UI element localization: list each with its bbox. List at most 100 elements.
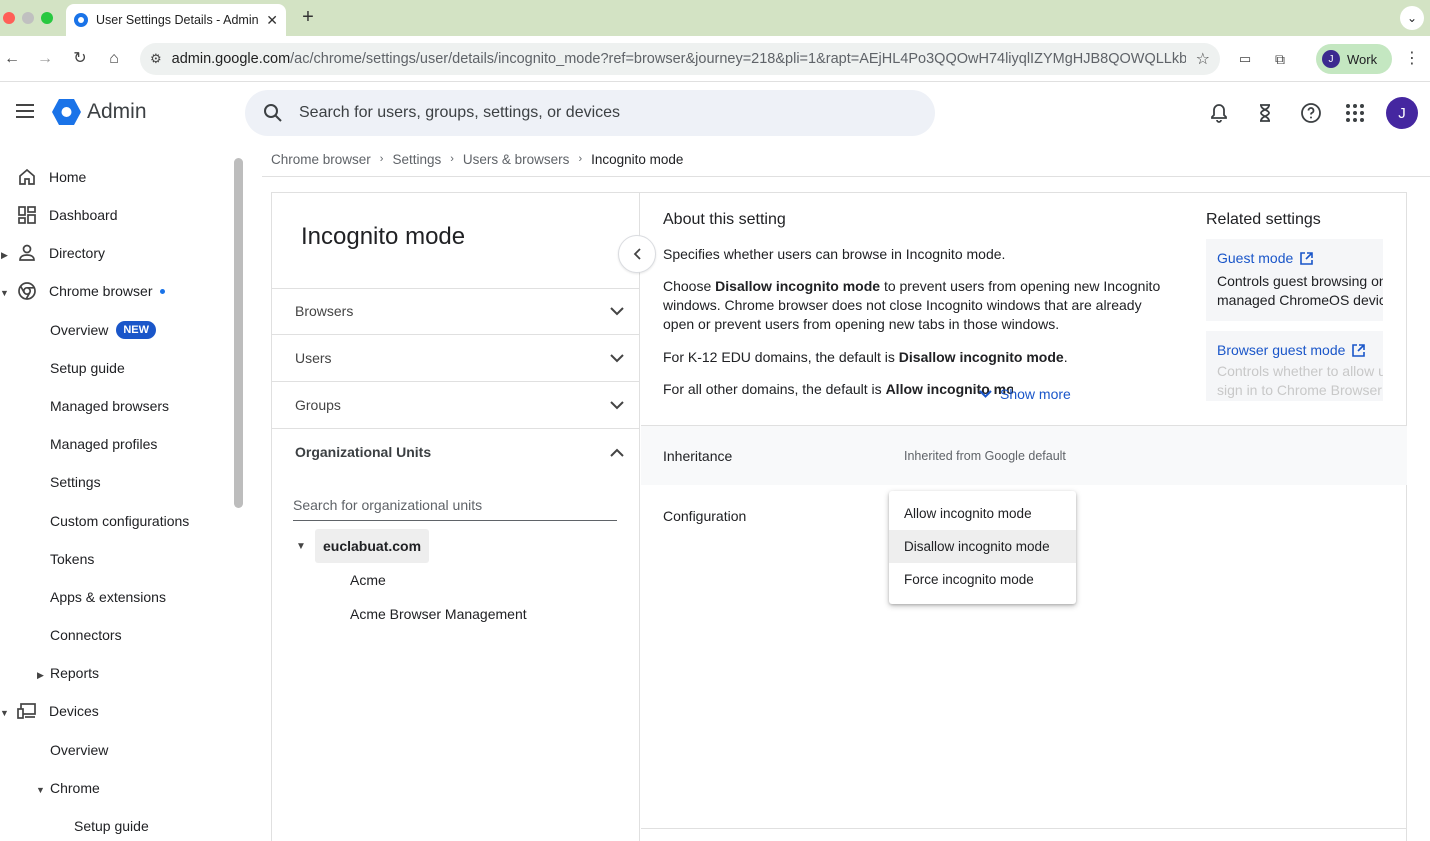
expand-caret-icon[interactable]: ▶	[1, 250, 8, 261]
sidebar-item-settings[interactable]: Settings	[50, 472, 101, 492]
profile-avatar: J	[1322, 50, 1340, 68]
notifications-bell-icon[interactable]	[1208, 102, 1230, 124]
option-force-incognito[interactable]: Force incognito mode	[889, 563, 1076, 596]
section-label: Organizational Units	[295, 444, 432, 460]
breadcrumb-link[interactable]: Users & browsers	[463, 152, 570, 167]
dashboard-icon	[18, 206, 36, 224]
bookmark-star-icon[interactable]: ☆	[1196, 49, 1210, 69]
expand-caret-icon[interactable]: ▶	[37, 670, 44, 681]
account-avatar[interactable]: J	[1386, 97, 1418, 129]
sidebar-item-overview[interactable]: Overview NEW	[50, 320, 157, 340]
sidebar-item-devices-overview[interactable]: Overview	[50, 740, 108, 760]
sidebar-item-label: Custom configurations	[50, 513, 190, 529]
new-tab-button[interactable]: +	[298, 6, 318, 29]
sidebar-item-directory[interactable]: Directory	[17, 243, 105, 263]
section-organizational-units[interactable]: Organizational Units	[272, 429, 640, 475]
related-title: Related settings	[1206, 211, 1321, 228]
help-icon[interactable]	[1300, 102, 1322, 124]
chevron-right-icon: ›	[379, 153, 384, 165]
sidebar-item-label: Managed profiles	[50, 436, 158, 452]
option-disallow-incognito[interactable]: Disallow incognito mode	[889, 530, 1076, 563]
section-users[interactable]: Users	[272, 335, 640, 381]
ou-tree-item[interactable]: Acme	[350, 572, 386, 588]
search-input[interactable]: Search for users, groups, settings, or d…	[245, 90, 935, 136]
option-allow-incognito[interactable]: Allow incognito mode	[889, 497, 1076, 530]
sidebar-item-label: Reports	[50, 665, 100, 681]
maximize-window-button[interactable]	[41, 12, 53, 24]
collapse-caret-icon[interactable]: ▼	[36, 785, 45, 795]
sidebar-item-label: Settings	[50, 474, 101, 490]
section-browsers[interactable]: Browsers	[272, 288, 640, 334]
profile-chip[interactable]: J Work	[1316, 44, 1392, 74]
extensions-icon[interactable]: ⧉	[1270, 49, 1290, 69]
collapse-caret-icon[interactable]: ▼	[0, 288, 9, 298]
sidebar-item-apps-extensions[interactable]: Apps & extensions	[50, 587, 166, 607]
browser-guest-mode-link[interactable]: Browser guest mode	[1217, 342, 1372, 358]
sidebar-item-devices[interactable]: Devices	[17, 701, 99, 721]
sidebar-item-label: Tokens	[50, 551, 95, 567]
browser-menu-icon[interactable]: ⋮	[1402, 49, 1422, 69]
sidebar-item-custom-configurations[interactable]: Custom configurations	[50, 511, 189, 531]
related-item-guest-mode: Guest mode Controls guest browsing on man…	[1206, 239, 1383, 321]
browser-toolbar: ← → ↻ ⌂ ⚙ admin.google.com/ac/chrome/set…	[0, 36, 1430, 82]
address-bar[interactable]: ⚙ admin.google.com/ac/chrome/settings/us…	[140, 43, 1220, 75]
sidebar-item-chrome-setup-guide[interactable]: Setup guide	[74, 816, 149, 836]
sidebar-item-label: Setup guide	[74, 818, 149, 834]
tasks-hourglass-icon[interactable]	[1254, 102, 1276, 124]
section-label: Users	[295, 350, 332, 366]
sidebar-item-managed-browsers[interactable]: Managed browsers	[50, 396, 169, 416]
site-settings-icon[interactable]: ⚙	[150, 51, 162, 67]
cast-icon[interactable]: ▭	[1235, 49, 1255, 69]
tree-collapse-icon[interactable]: ▼	[296, 541, 306, 552]
home-icon	[19, 168, 35, 185]
sidebar-item-setup-guide[interactable]: Setup guide	[50, 358, 125, 378]
sidebar-item-reports[interactable]: Reports	[50, 663, 99, 683]
admin-logo[interactable]: Admin	[52, 99, 147, 125]
ou-search-input[interactable]: Search for organizational units	[293, 493, 617, 521]
related-desc: Controls whether to allow users to sign i…	[1217, 362, 1383, 400]
main-menu-icon[interactable]	[16, 104, 34, 118]
close-window-button[interactable]	[3, 12, 15, 24]
sidebar-item-home[interactable]: Home	[17, 167, 86, 187]
section-groups[interactable]: Groups	[272, 382, 640, 428]
back-icon[interactable]: ←	[2, 49, 22, 69]
show-more-button[interactable]: Show more	[979, 386, 1071, 402]
breadcrumb-current: Incognito mode	[591, 151, 684, 167]
ou-tree-item[interactable]: Acme Browser Management	[350, 606, 527, 622]
ou-tree-root[interactable]: euclabuat.com	[315, 529, 430, 563]
page-title: Incognito mode	[301, 223, 466, 250]
inheritance-value: Inherited from Google default	[904, 449, 1066, 463]
app-header: Admin Search for users, groups, settings…	[0, 82, 1430, 144]
chevron-left-icon	[633, 248, 641, 260]
collapse-caret-icon[interactable]: ▼	[0, 708, 9, 718]
sidebar-item-connectors[interactable]: Connectors	[50, 625, 122, 645]
chevron-right-icon: ›	[578, 153, 583, 165]
about-p2: Choose Disallow incognito mode to preven…	[663, 277, 1175, 334]
breadcrumb-link[interactable]: Chrome browser	[271, 152, 371, 167]
sidebar-item-dashboard[interactable]: Dashboard	[17, 205, 118, 225]
sidebar-item-managed-profiles[interactable]: Managed profiles	[50, 434, 157, 454]
sidebar-item-label: Overview	[50, 322, 109, 338]
tab-search-button[interactable]: ⌄	[1400, 6, 1424, 30]
sidebar-scrollbar[interactable]	[234, 158, 243, 508]
apps-grid-icon[interactable]	[1344, 102, 1366, 124]
minimize-window-button[interactable]	[22, 12, 34, 24]
sidebar-item-chrome[interactable]: Chrome	[50, 778, 100, 798]
breadcrumb-link[interactable]: Settings	[392, 152, 441, 167]
forward-icon[interactable]: →	[35, 49, 55, 69]
close-tab-icon[interactable]: ✕	[266, 12, 278, 29]
about-title: About this setting	[663, 211, 786, 228]
guest-mode-link[interactable]: Guest mode	[1217, 250, 1372, 266]
browser-tab[interactable]: User Settings Details - Admin Console ✕	[66, 4, 286, 36]
home-icon[interactable]: ⌂	[104, 49, 124, 69]
breadcrumb-divider	[262, 176, 1430, 177]
breadcrumb: Chrome browser › Settings › Users & brow…	[271, 150, 683, 168]
new-badge: NEW	[116, 321, 157, 339]
sidebar-item-tokens[interactable]: Tokens	[50, 549, 94, 569]
url-host: admin.google.com	[171, 51, 291, 67]
person-icon	[19, 244, 35, 261]
configuration-label: Configuration	[663, 508, 747, 524]
reload-icon[interactable]: ↻	[70, 49, 90, 69]
sidebar-item-chrome-browser[interactable]: Chrome browser	[17, 281, 166, 301]
related-desc: Controls guest browsing on managed Chrome…	[1217, 272, 1383, 310]
